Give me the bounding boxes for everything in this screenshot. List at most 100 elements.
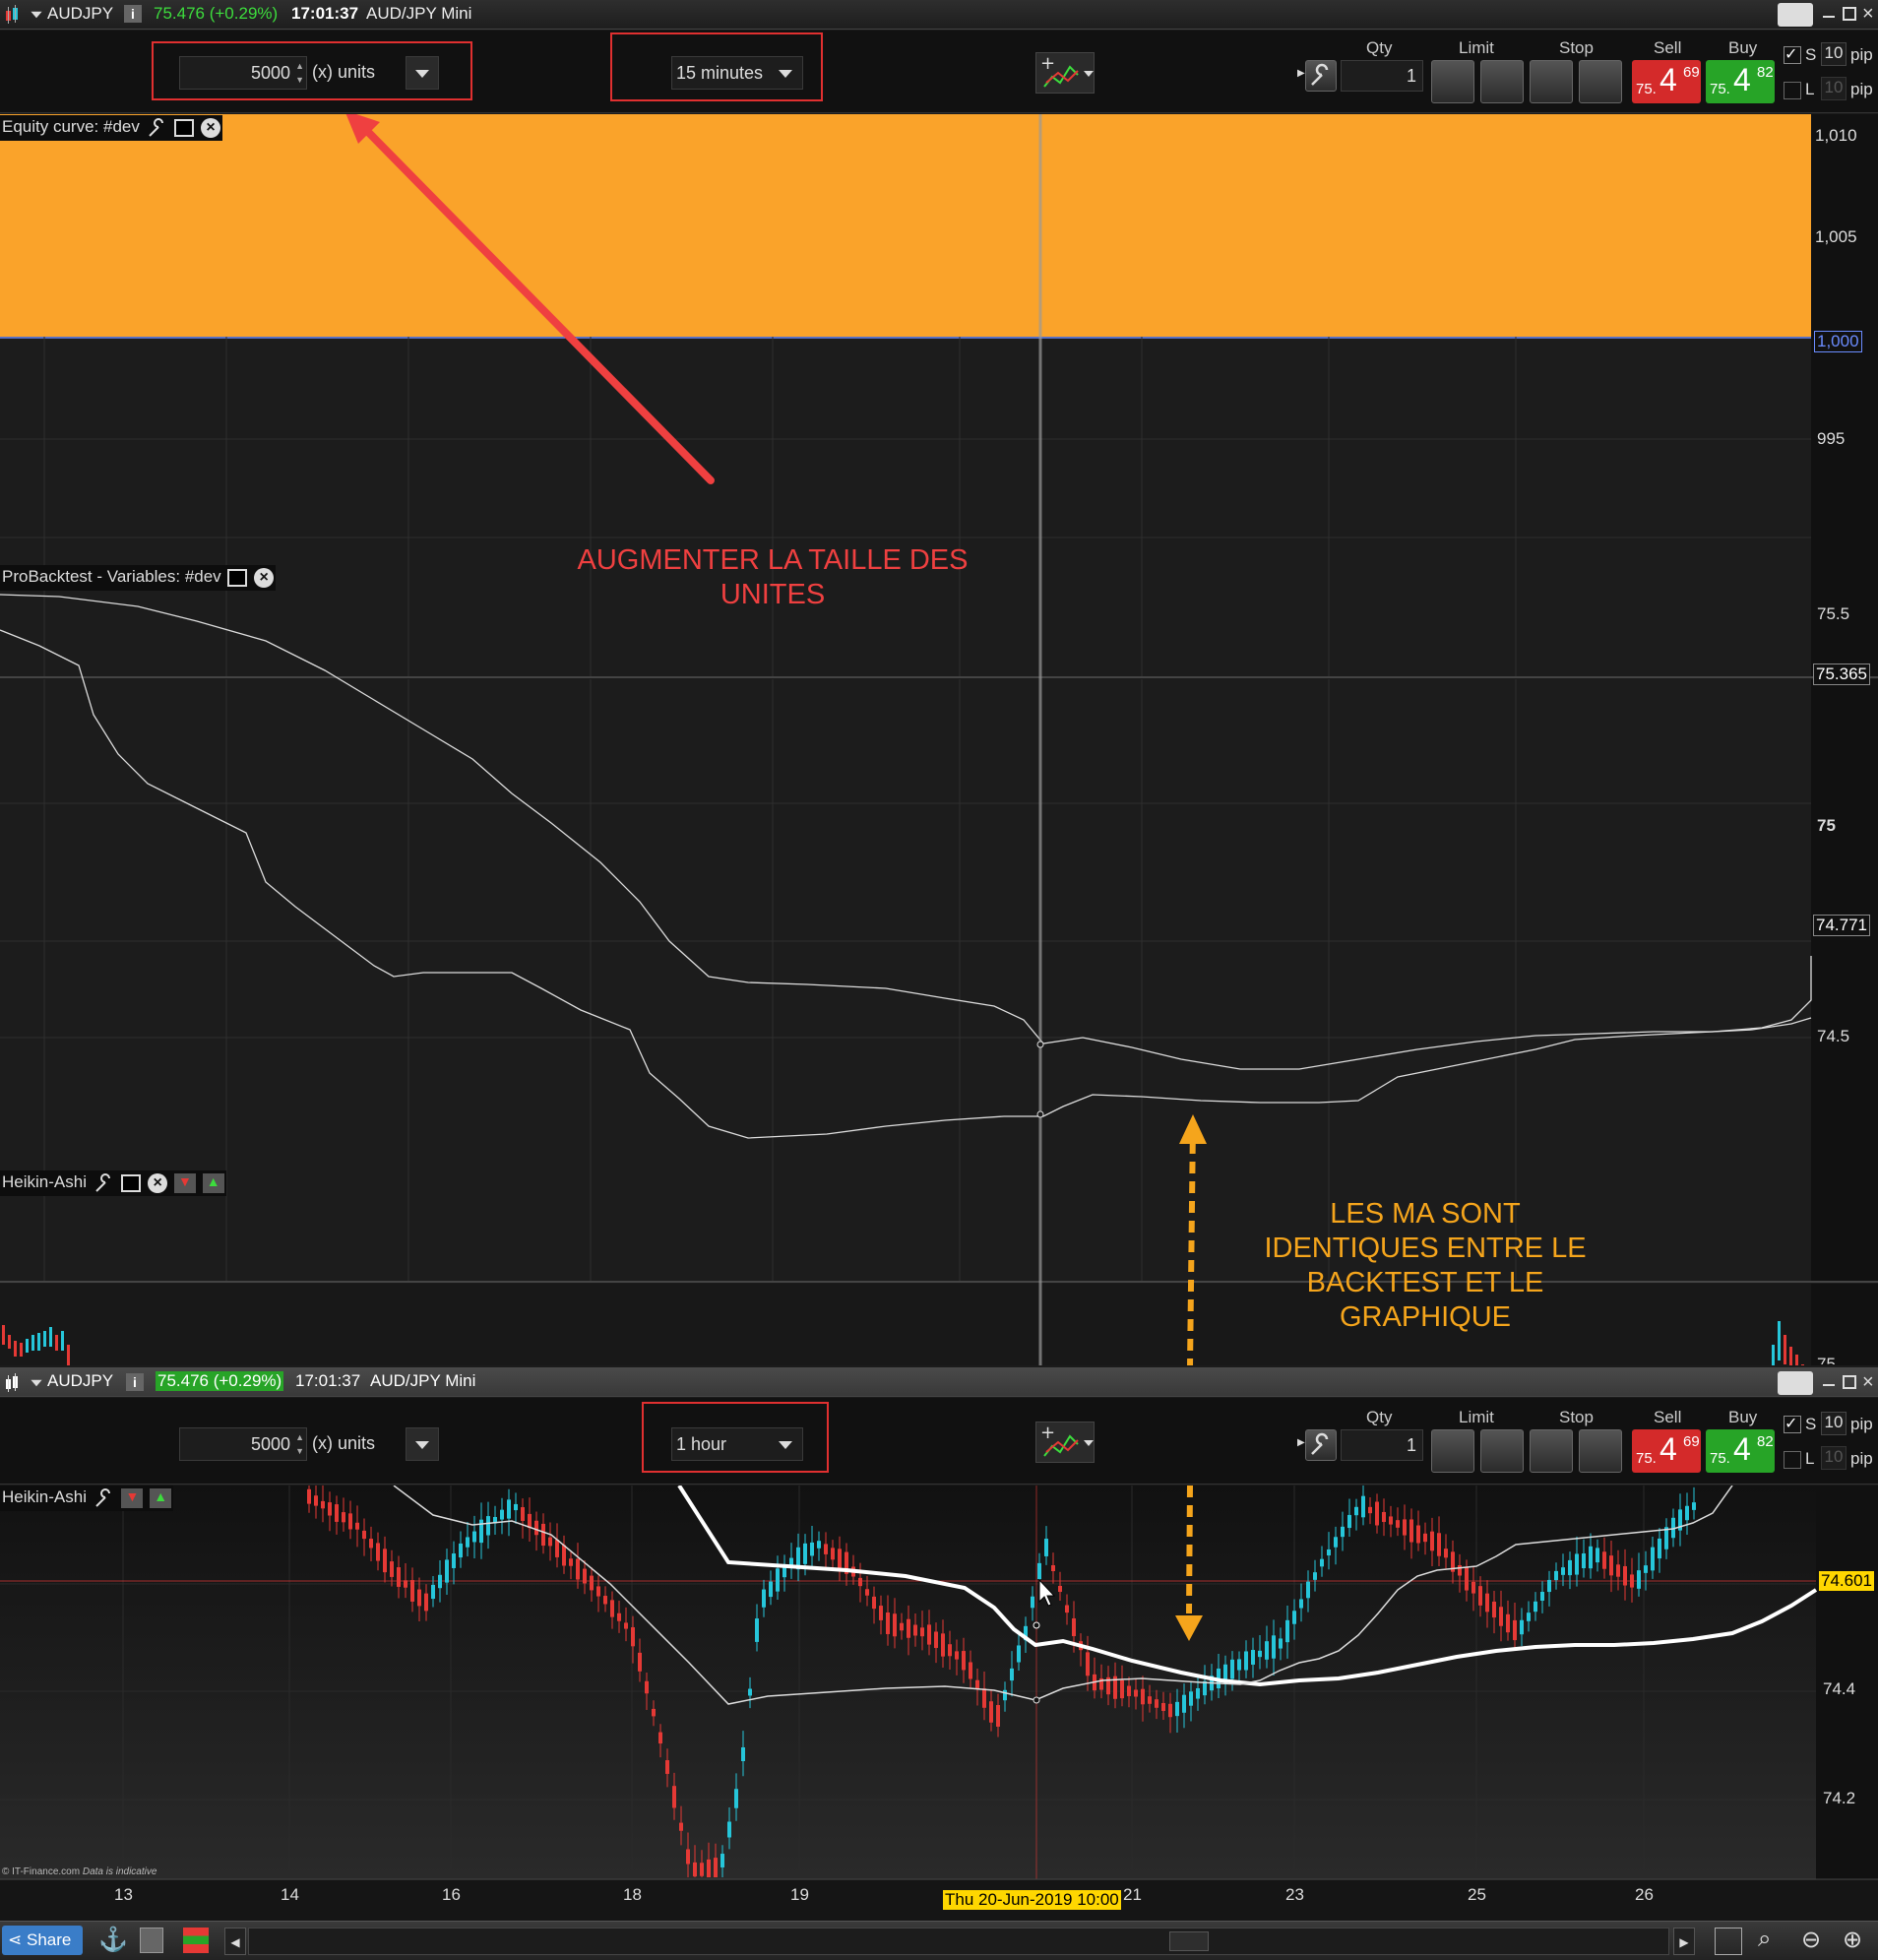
candles-icon[interactable]	[4, 5, 24, 25]
credit-note: Data is indicative	[82, 1866, 157, 1877]
stop-sell-button[interactable]	[1579, 60, 1622, 103]
wrench-icon[interactable]	[147, 117, 168, 138]
indicator-add-icon[interactable]: +	[1035, 1422, 1095, 1463]
candle-body	[1416, 1525, 1420, 1544]
close-icon[interactable]: ×	[1862, 3, 1874, 26]
candle-body	[369, 1539, 373, 1549]
symbol-label[interactable]: AUDJPY	[47, 1371, 113, 1391]
chevron-down-icon[interactable]	[31, 1379, 42, 1387]
maximize-icon[interactable]	[1843, 7, 1856, 21]
candle-body	[1168, 1703, 1172, 1718]
candle-body	[941, 1633, 945, 1657]
backtest-panel-label[interactable]: ProBacktest - Variables: #dev ×	[0, 565, 277, 591]
heikin-top-panel-label[interactable]: Heikin-Ashi × ▼ ▲	[0, 1170, 226, 1196]
stop-buy-button[interactable]	[1530, 1429, 1573, 1473]
info-icon[interactable]: i	[126, 1373, 144, 1391]
anchor-icon[interactable]: ⚓	[98, 1926, 128, 1954]
window-icon[interactable]	[174, 118, 195, 137]
symbol-label[interactable]: AUDJPY	[47, 4, 113, 24]
lower-chart-svg[interactable]	[0, 1486, 1878, 1921]
limit-sell-button[interactable]	[1480, 1429, 1524, 1473]
indicator-add-icon[interactable]: +	[1035, 52, 1095, 94]
s-pips-input[interactable]: 10	[1821, 1412, 1847, 1435]
buy-price-big: 4	[1733, 1431, 1751, 1467]
close-icon[interactable]: ×	[148, 1172, 168, 1193]
chevron-down-icon[interactable]	[31, 11, 42, 19]
candles-icon[interactable]	[4, 1373, 24, 1393]
candle-body	[1044, 1539, 1048, 1556]
qty-input[interactable]: 1	[1341, 60, 1423, 92]
candle-body	[920, 1627, 924, 1637]
sell-button[interactable]: 75. 4 69	[1632, 1429, 1701, 1473]
zoom-out-icon[interactable]: ⊖	[1801, 1926, 1821, 1954]
candle-body	[1354, 1506, 1358, 1516]
checkbox-s[interactable]: ✓	[1784, 1416, 1801, 1433]
chevron-right-icon[interactable]: ▶	[1297, 68, 1305, 79]
buy-arrow-icon[interactable]: ▲	[150, 1487, 172, 1508]
close-icon[interactable]: ×	[201, 117, 221, 138]
heikin-lower-panel-label[interactable]: Heikin-Ashi ▼ ▲	[0, 1486, 174, 1511]
close-icon[interactable]: ×	[254, 567, 275, 588]
buy-button[interactable]: 75. 4 82	[1706, 1429, 1775, 1473]
candle-body	[1664, 1527, 1668, 1549]
sell-arrow-icon[interactable]: ▼	[121, 1487, 144, 1508]
limit-buy-button[interactable]	[1431, 60, 1474, 103]
wrench-button[interactable]	[1305, 1429, 1337, 1461]
candle-body	[383, 1549, 387, 1573]
candle-body	[1568, 1559, 1572, 1576]
scrollbar-thumb[interactable]	[1169, 1931, 1209, 1951]
qty-input[interactable]: 1	[1341, 1429, 1423, 1461]
buy-button[interactable]: 75. 4 82	[1706, 60, 1775, 103]
spinner-icon[interactable]: ▲ ▼	[295, 1430, 304, 1458]
orders-icon[interactable]	[183, 1928, 209, 1953]
minimize-icon[interactable]	[1823, 16, 1835, 18]
chevron-right-icon[interactable]: ▶	[1297, 1437, 1305, 1448]
scroll-left-button[interactable]: ◀	[224, 1928, 246, 1955]
close-icon[interactable]: ×	[1862, 1371, 1874, 1394]
bottom-toolbar: ⋖ Share ⚓ ◀ ▶ ⌕ ⊖ ⊕	[0, 1921, 1878, 1960]
scroll-right-button[interactable]: ▶	[1673, 1928, 1695, 1955]
sell-button[interactable]: 75. 4 69	[1632, 60, 1701, 103]
top-chart-svg[interactable]	[0, 114, 1878, 1365]
scrollbar-track[interactable]	[248, 1928, 1669, 1955]
share-button[interactable]: ⋖ Share	[2, 1926, 83, 1955]
candle-body	[1465, 1567, 1469, 1591]
wrench-button[interactable]	[1305, 60, 1337, 92]
candle-body	[900, 1622, 904, 1631]
l-pips-input[interactable]: 10	[1821, 77, 1847, 100]
candle-body	[610, 1600, 614, 1617]
zoom-in-icon[interactable]: ⊕	[1843, 1926, 1862, 1954]
l-pips-input[interactable]: 10	[1821, 1446, 1847, 1470]
s-label: S	[1805, 1415, 1817, 1433]
backtest-label-text: ProBacktest - Variables: #dev	[2, 567, 221, 586]
stop-buy-button[interactable]	[1530, 60, 1573, 103]
candle-body	[769, 1581, 773, 1598]
units-dropdown-button[interactable]	[406, 1427, 439, 1461]
window-icon[interactable]	[227, 568, 248, 587]
buy-arrow-icon[interactable]: ▲	[202, 1172, 224, 1193]
checkbox-s[interactable]: ✓	[1784, 46, 1801, 64]
stop-sell-button[interactable]	[1579, 1429, 1622, 1473]
units-quantity-input[interactable]: 5000 ▲ ▼	[179, 1427, 307, 1461]
candle-body	[459, 1543, 463, 1558]
keyboard-icon[interactable]	[1778, 3, 1813, 27]
keyboard-icon[interactable]	[1778, 1371, 1813, 1395]
info-icon[interactable]: i	[124, 5, 142, 23]
wrench-icon[interactable]	[94, 1172, 115, 1193]
price-change: 75.476 (+0.29%)	[156, 1371, 284, 1391]
s-pips-input[interactable]: 10	[1821, 42, 1847, 66]
candle-body	[700, 1863, 704, 1876]
list-icon[interactable]	[140, 1928, 163, 1953]
window-icon[interactable]	[121, 1173, 142, 1192]
zoom-fit-icon[interactable]: ⌕	[1758, 1926, 1771, 1953]
checkbox-l[interactable]	[1784, 1451, 1801, 1469]
limit-buy-button[interactable]	[1431, 1429, 1474, 1473]
limit-sell-button[interactable]	[1480, 60, 1524, 103]
maximize-icon[interactable]	[1843, 1375, 1856, 1389]
wrench-icon[interactable]	[94, 1487, 115, 1508]
sell-arrow-icon[interactable]: ▼	[173, 1172, 196, 1193]
chart-settings-icon[interactable]	[1715, 1928, 1742, 1955]
minimize-icon[interactable]	[1823, 1384, 1835, 1386]
checkbox-l[interactable]	[1784, 82, 1801, 99]
equity-panel-label[interactable]: Equity curve: #dev ×	[0, 115, 223, 141]
